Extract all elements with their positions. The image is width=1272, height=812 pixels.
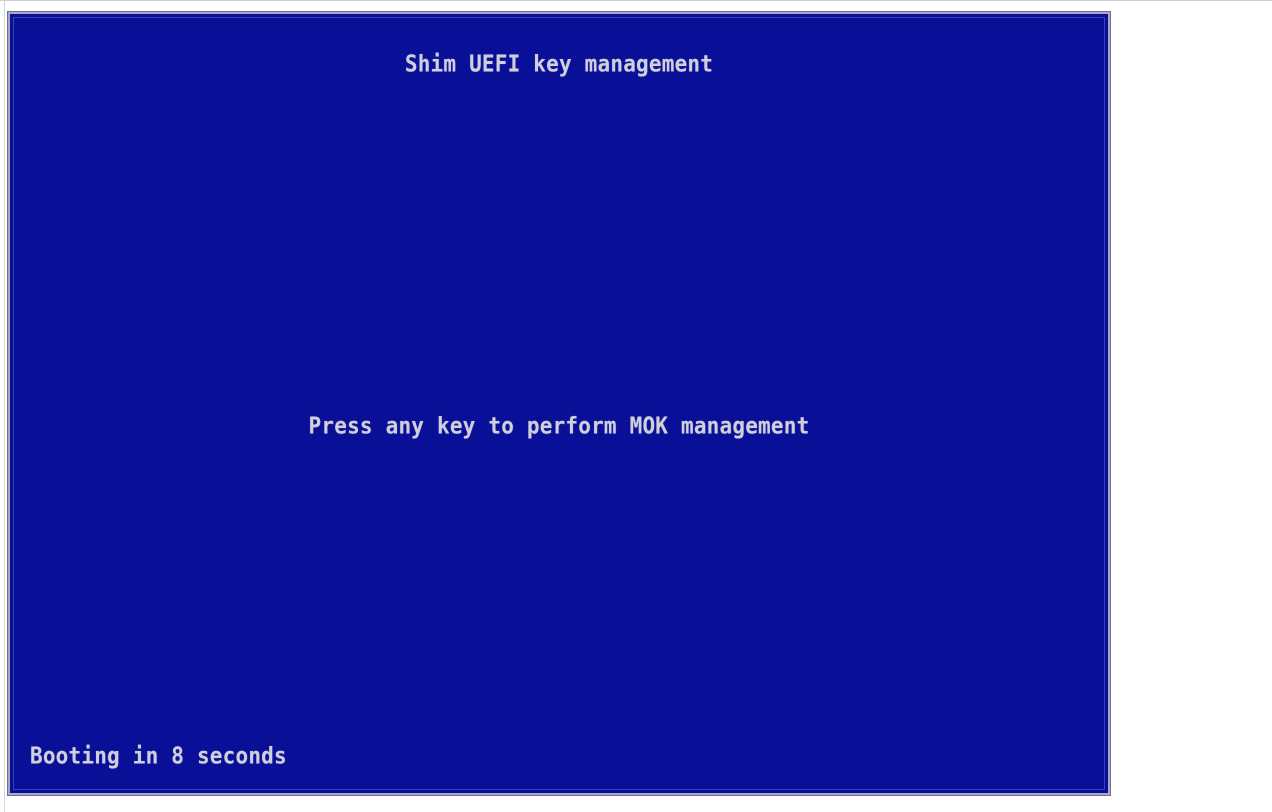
boot-countdown: Booting in 8 seconds	[30, 742, 287, 769]
uefi-console-screen[interactable]: Shim UEFI key management Press any key t…	[8, 12, 1110, 795]
host-page: Shim UEFI key management Press any key t…	[0, 0, 1272, 812]
mok-management-prompt: Press any key to perform MOK management	[308, 412, 810, 439]
page-edge-line	[4, 1, 5, 812]
screen-title: Shim UEFI key management	[404, 50, 714, 77]
console-frame	[13, 17, 1105, 790]
